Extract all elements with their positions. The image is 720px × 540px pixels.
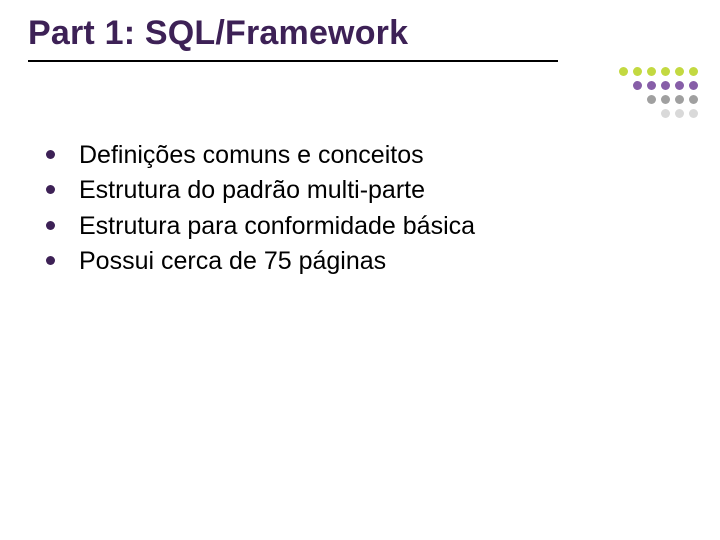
list-item-text: Possui cerca de 75 páginas <box>79 246 386 277</box>
bullet-icon <box>46 150 55 159</box>
dot-icon <box>633 67 642 76</box>
dot-icon <box>689 81 698 90</box>
dot-icon <box>675 81 684 90</box>
dot-icon <box>647 81 656 90</box>
list-item-text: Estrutura para conformidade básica <box>79 211 475 242</box>
bullet-icon <box>46 185 55 194</box>
corner-dot-decoration <box>619 67 698 118</box>
dot-icon <box>675 67 684 76</box>
dot-icon <box>647 67 656 76</box>
dot-icon <box>661 67 670 76</box>
bullet-list: Definições comuns e conceitos Estrutura … <box>46 140 680 281</box>
bullet-icon <box>46 221 55 230</box>
bullet-icon <box>46 256 55 265</box>
dot-row <box>619 67 698 76</box>
dot-icon <box>675 109 684 118</box>
dot-icon <box>647 95 656 104</box>
list-item-text: Estrutura do padrão multi-parte <box>79 175 425 206</box>
dot-icon <box>675 95 684 104</box>
list-item: Estrutura para conformidade básica <box>46 211 680 242</box>
list-item: Estrutura do padrão multi-parte <box>46 175 680 206</box>
dot-icon <box>661 95 670 104</box>
dot-icon <box>689 67 698 76</box>
dot-icon <box>619 67 628 76</box>
dot-row <box>619 109 698 118</box>
dot-icon <box>661 109 670 118</box>
dot-icon <box>661 81 670 90</box>
slide: Part 1: SQL/Framework <box>0 0 720 540</box>
list-item-text: Definições comuns e conceitos <box>79 140 424 171</box>
slide-title: Part 1: SQL/Framework <box>28 14 408 53</box>
dot-row <box>619 95 698 104</box>
dot-icon <box>633 81 642 90</box>
list-item: Definições comuns e conceitos <box>46 140 680 171</box>
dot-row <box>619 81 698 90</box>
dot-icon <box>689 95 698 104</box>
dot-icon <box>689 109 698 118</box>
title-underline <box>28 60 558 62</box>
list-item: Possui cerca de 75 páginas <box>46 246 680 277</box>
